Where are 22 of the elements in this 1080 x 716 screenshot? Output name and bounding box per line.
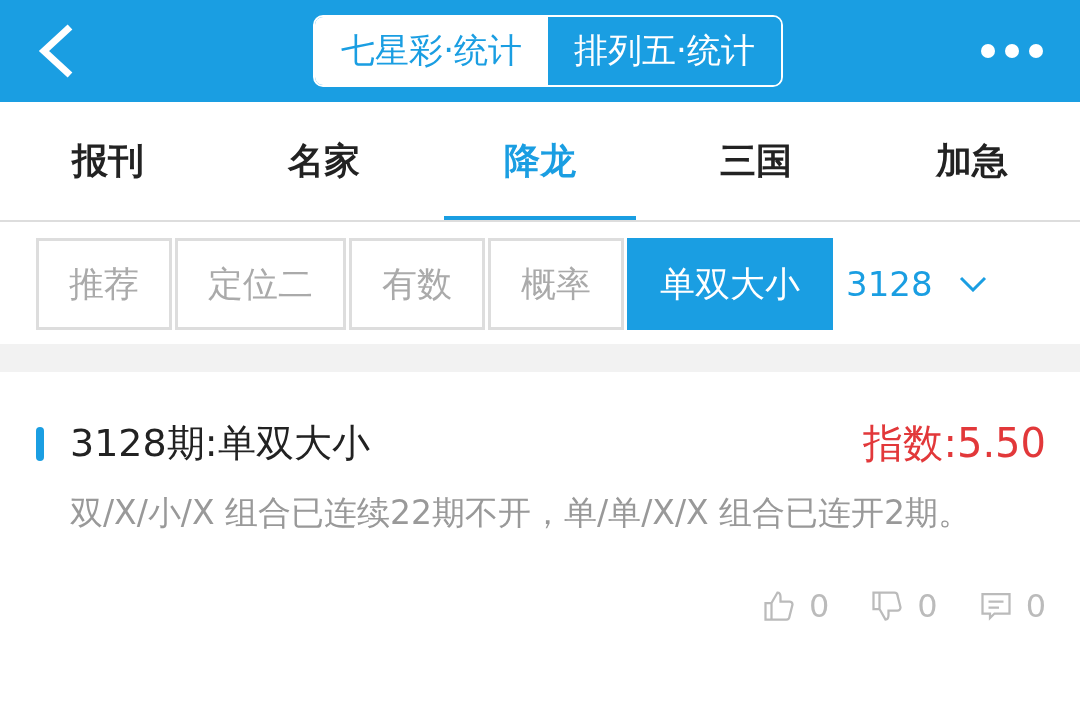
article-title: 3128期:单双大小	[70, 420, 371, 467]
article-text: 双/X/小/X 组合已连续22期不开，单/单/X/X 组合已连开2期。	[70, 492, 973, 534]
category-tab[interactable]: 降龙	[444, 102, 636, 220]
filter-tab[interactable]: 概率	[488, 238, 624, 330]
accent-bar	[36, 426, 44, 461]
category-tab[interactable]: 报刊	[12, 102, 204, 220]
dislike-button[interactable]: 0	[869, 587, 938, 625]
chevron-down-icon	[958, 276, 987, 292]
category-tab[interactable]: 加急	[876, 102, 1068, 220]
filter-tab[interactable]: 定位二	[175, 238, 346, 330]
period-dropdown[interactable]: 3128	[836, 264, 987, 304]
filter-tab[interactable]: 单双大小	[627, 238, 833, 330]
filter-tab[interactable]: 有数	[349, 238, 485, 330]
category-tab[interactable]: 名家	[228, 102, 420, 220]
like-button[interactable]: 0	[760, 587, 830, 625]
more-button[interactable]	[980, 43, 1044, 59]
index-value: 指数:5.50	[863, 419, 1046, 468]
filter-tab[interactable]: 推荐	[36, 238, 172, 330]
comment-button[interactable]: 0	[977, 587, 1046, 625]
more-icon	[980, 43, 1044, 59]
segment-tab[interactable]: 七星彩·统计	[315, 17, 548, 85]
category-tab[interactable]: 三国	[660, 102, 852, 220]
